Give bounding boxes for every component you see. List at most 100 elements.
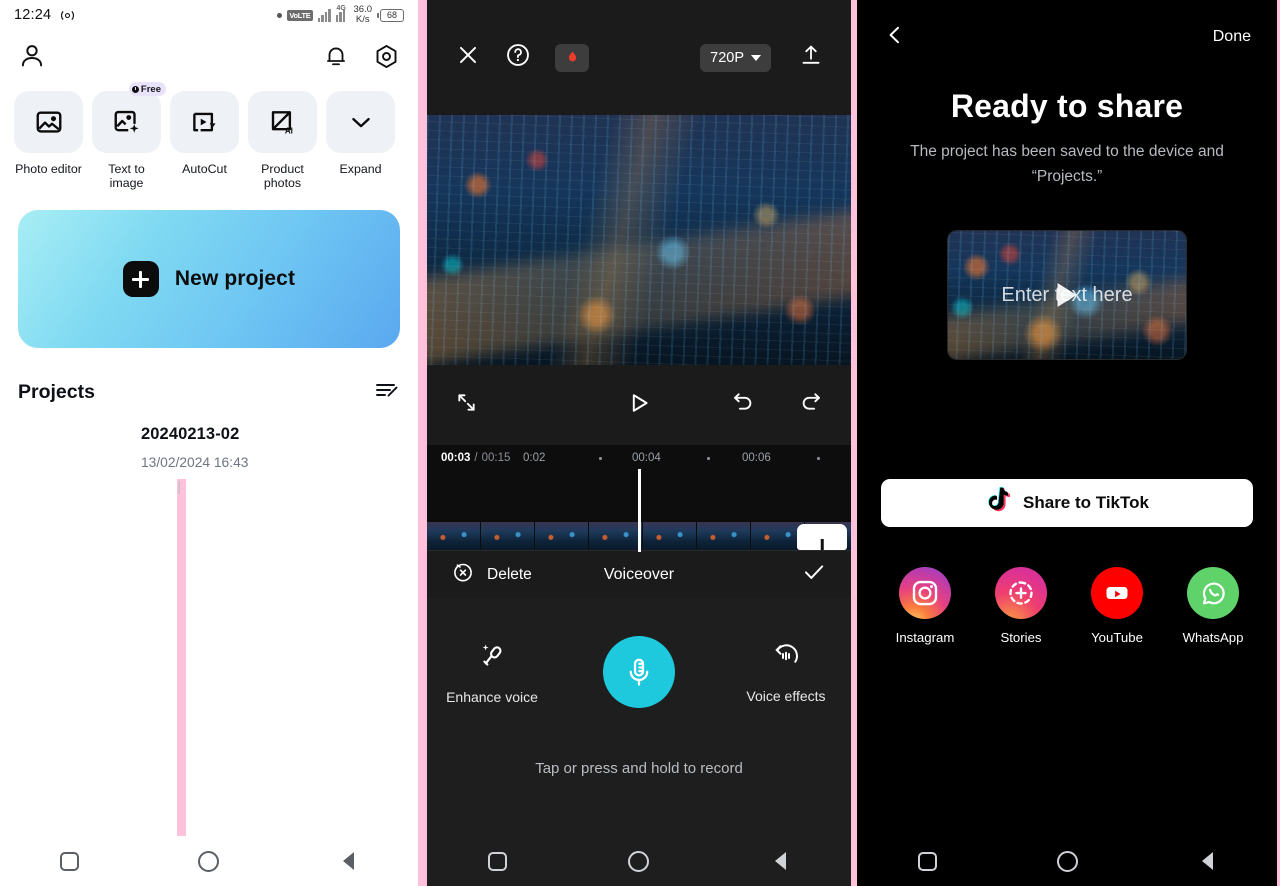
timeline-clip-handle[interactable]	[797, 524, 847, 550]
tool-photo-editor[interactable]: Photo editor	[14, 91, 83, 190]
tool-label: Text to image	[108, 162, 145, 190]
timeline-tick-dot	[599, 457, 602, 460]
home-screen-panel: 12:24 VoLTE 4G 36.0 K/s 68 Photo editor …	[0, 0, 418, 886]
timeline-playhead[interactable]	[638, 469, 641, 552]
tool-product-photos[interactable]: AI Product photos	[248, 91, 317, 190]
expand-icon[interactable]	[455, 391, 478, 419]
tiktok-icon	[985, 487, 1010, 519]
timeline-ruler: 00:03 / 00:15 0:02 00:04 00:06	[427, 445, 851, 471]
magic-mic-icon	[476, 640, 508, 677]
tool-label: Product photos	[261, 162, 304, 190]
share-target-facebook[interactable]: Facebook	[1273, 567, 1277, 645]
square-icon	[917, 851, 937, 871]
nav-recent-apps[interactable]	[858, 851, 997, 871]
timeline-slash: /	[474, 452, 478, 464]
projects-section-header: Projects	[0, 348, 418, 415]
timeline-tick-dot	[817, 457, 820, 460]
square-icon	[488, 851, 508, 871]
confirm-button[interactable]	[801, 559, 827, 590]
delete-label: Delete	[487, 565, 532, 583]
delete-button[interactable]: Delete	[451, 560, 532, 589]
whatsapp-icon	[1187, 567, 1239, 619]
android-nav-bar	[857, 836, 1277, 886]
projects-title: Projects	[18, 381, 95, 403]
resolution-selector[interactable]: 720P	[700, 43, 771, 72]
meta-separator: |	[177, 479, 187, 886]
project-date: 13/02/2024 16:43	[141, 455, 249, 470]
triangle-back-icon	[774, 852, 786, 870]
nav-home[interactable]	[569, 850, 709, 872]
voice-effects-button[interactable]: Voice effects	[731, 641, 841, 704]
tool-expand[interactable]: Expand	[326, 91, 395, 190]
share-to-tiktok-button[interactable]: Share to TikTok	[881, 479, 1253, 527]
video-preview[interactable]	[427, 115, 851, 365]
panel-separator	[418, 0, 427, 886]
delete-circle-icon	[451, 560, 475, 589]
flame-icon[interactable]	[555, 43, 589, 72]
person-icon[interactable]	[18, 42, 46, 75]
voice-effects-label: Voice effects	[746, 687, 826, 704]
gear-icon[interactable]	[373, 43, 400, 75]
undo-icon[interactable]	[731, 390, 756, 420]
voiceover-actions: Enhance voice Voice effects	[427, 598, 851, 708]
editor-panel: 720P 00:03 / 00:15 0:02 00:04 00:06 Dele…	[427, 0, 851, 886]
tool-icon-box: Free	[92, 82, 166, 153]
tool-label: Photo editor	[15, 162, 82, 176]
android-nav-bar	[0, 836, 418, 886]
battery-level: 68	[380, 8, 404, 22]
timeline-tick: 0:02	[523, 452, 546, 464]
nav-back[interactable]	[279, 852, 417, 870]
enhance-voice-button[interactable]: Enhance voice	[437, 640, 547, 705]
nav-back[interactable]	[1138, 852, 1277, 870]
tool-icon-box	[14, 91, 83, 153]
nav-home[interactable]	[140, 850, 278, 872]
close-icon[interactable]	[455, 42, 481, 73]
chevron-down-icon	[351, 117, 370, 128]
record-button[interactable]	[603, 636, 675, 708]
preview-image	[427, 115, 851, 365]
bell-icon[interactable]	[323, 43, 349, 74]
circle-icon	[198, 850, 220, 872]
nav-home[interactable]	[998, 850, 1137, 872]
share-target-stories[interactable]: Stories	[985, 567, 1057, 645]
timeline[interactable]: 00:03 / 00:15 0:02 00:04 00:06	[427, 445, 851, 552]
circle-icon	[628, 850, 650, 872]
enhance-voice-label: Enhance voice	[446, 688, 538, 705]
tool-autocut[interactable]: AutoCut	[170, 91, 239, 190]
share-target-youtube[interactable]: YouTube	[1081, 567, 1153, 645]
new-project-button[interactable]: New project	[18, 210, 400, 348]
share-target-instagram[interactable]: Instagram	[889, 567, 961, 645]
circle-icon	[1056, 850, 1078, 872]
timeline-current-time: 00:03	[441, 452, 471, 464]
play-icon[interactable]	[626, 390, 652, 421]
share-subtitle: The project has been saved to the device…	[910, 143, 1224, 185]
upload-icon[interactable]	[799, 43, 823, 72]
share-target-label: Instagram	[895, 630, 955, 645]
chevron-left-icon[interactable]	[883, 23, 907, 52]
signal-bars-icon	[317, 8, 331, 22]
voice-effects-icon	[771, 641, 801, 676]
tool-text-to-image[interactable]: Free Text to image	[92, 82, 166, 190]
signal-bars-4g-icon: 4G	[335, 5, 349, 22]
share-target-label: Stories	[1000, 630, 1042, 645]
tool-icon-box: AI	[248, 91, 317, 153]
share-target-label: YouTube	[1091, 630, 1143, 645]
nav-back[interactable]	[710, 852, 850, 870]
square-icon	[60, 851, 80, 871]
network-speed: 36.0 K/s	[353, 4, 373, 25]
project-row[interactable]: 20240213-02 13/02/2024 16:43 9MB | 00:13	[18, 415, 400, 886]
done-button[interactable]: Done	[1213, 28, 1251, 46]
share-target-whatsapp[interactable]: WhatsApp	[1177, 567, 1249, 645]
location-icon	[60, 8, 75, 23]
share-thumbnail[interactable]: Enter text here	[948, 231, 1186, 359]
instagram-icon	[899, 567, 951, 619]
clock-dot-icon	[131, 85, 139, 93]
nav-recent-apps[interactable]	[428, 851, 568, 871]
resolution-value: 720P	[710, 49, 744, 66]
play-icon	[1057, 283, 1077, 307]
caret-down-icon	[751, 54, 761, 61]
question-circle-icon[interactable]	[505, 42, 531, 73]
redo-icon[interactable]	[798, 390, 823, 420]
sort-edit-icon[interactable]	[374, 378, 400, 407]
nav-recent-apps[interactable]	[1, 851, 139, 871]
